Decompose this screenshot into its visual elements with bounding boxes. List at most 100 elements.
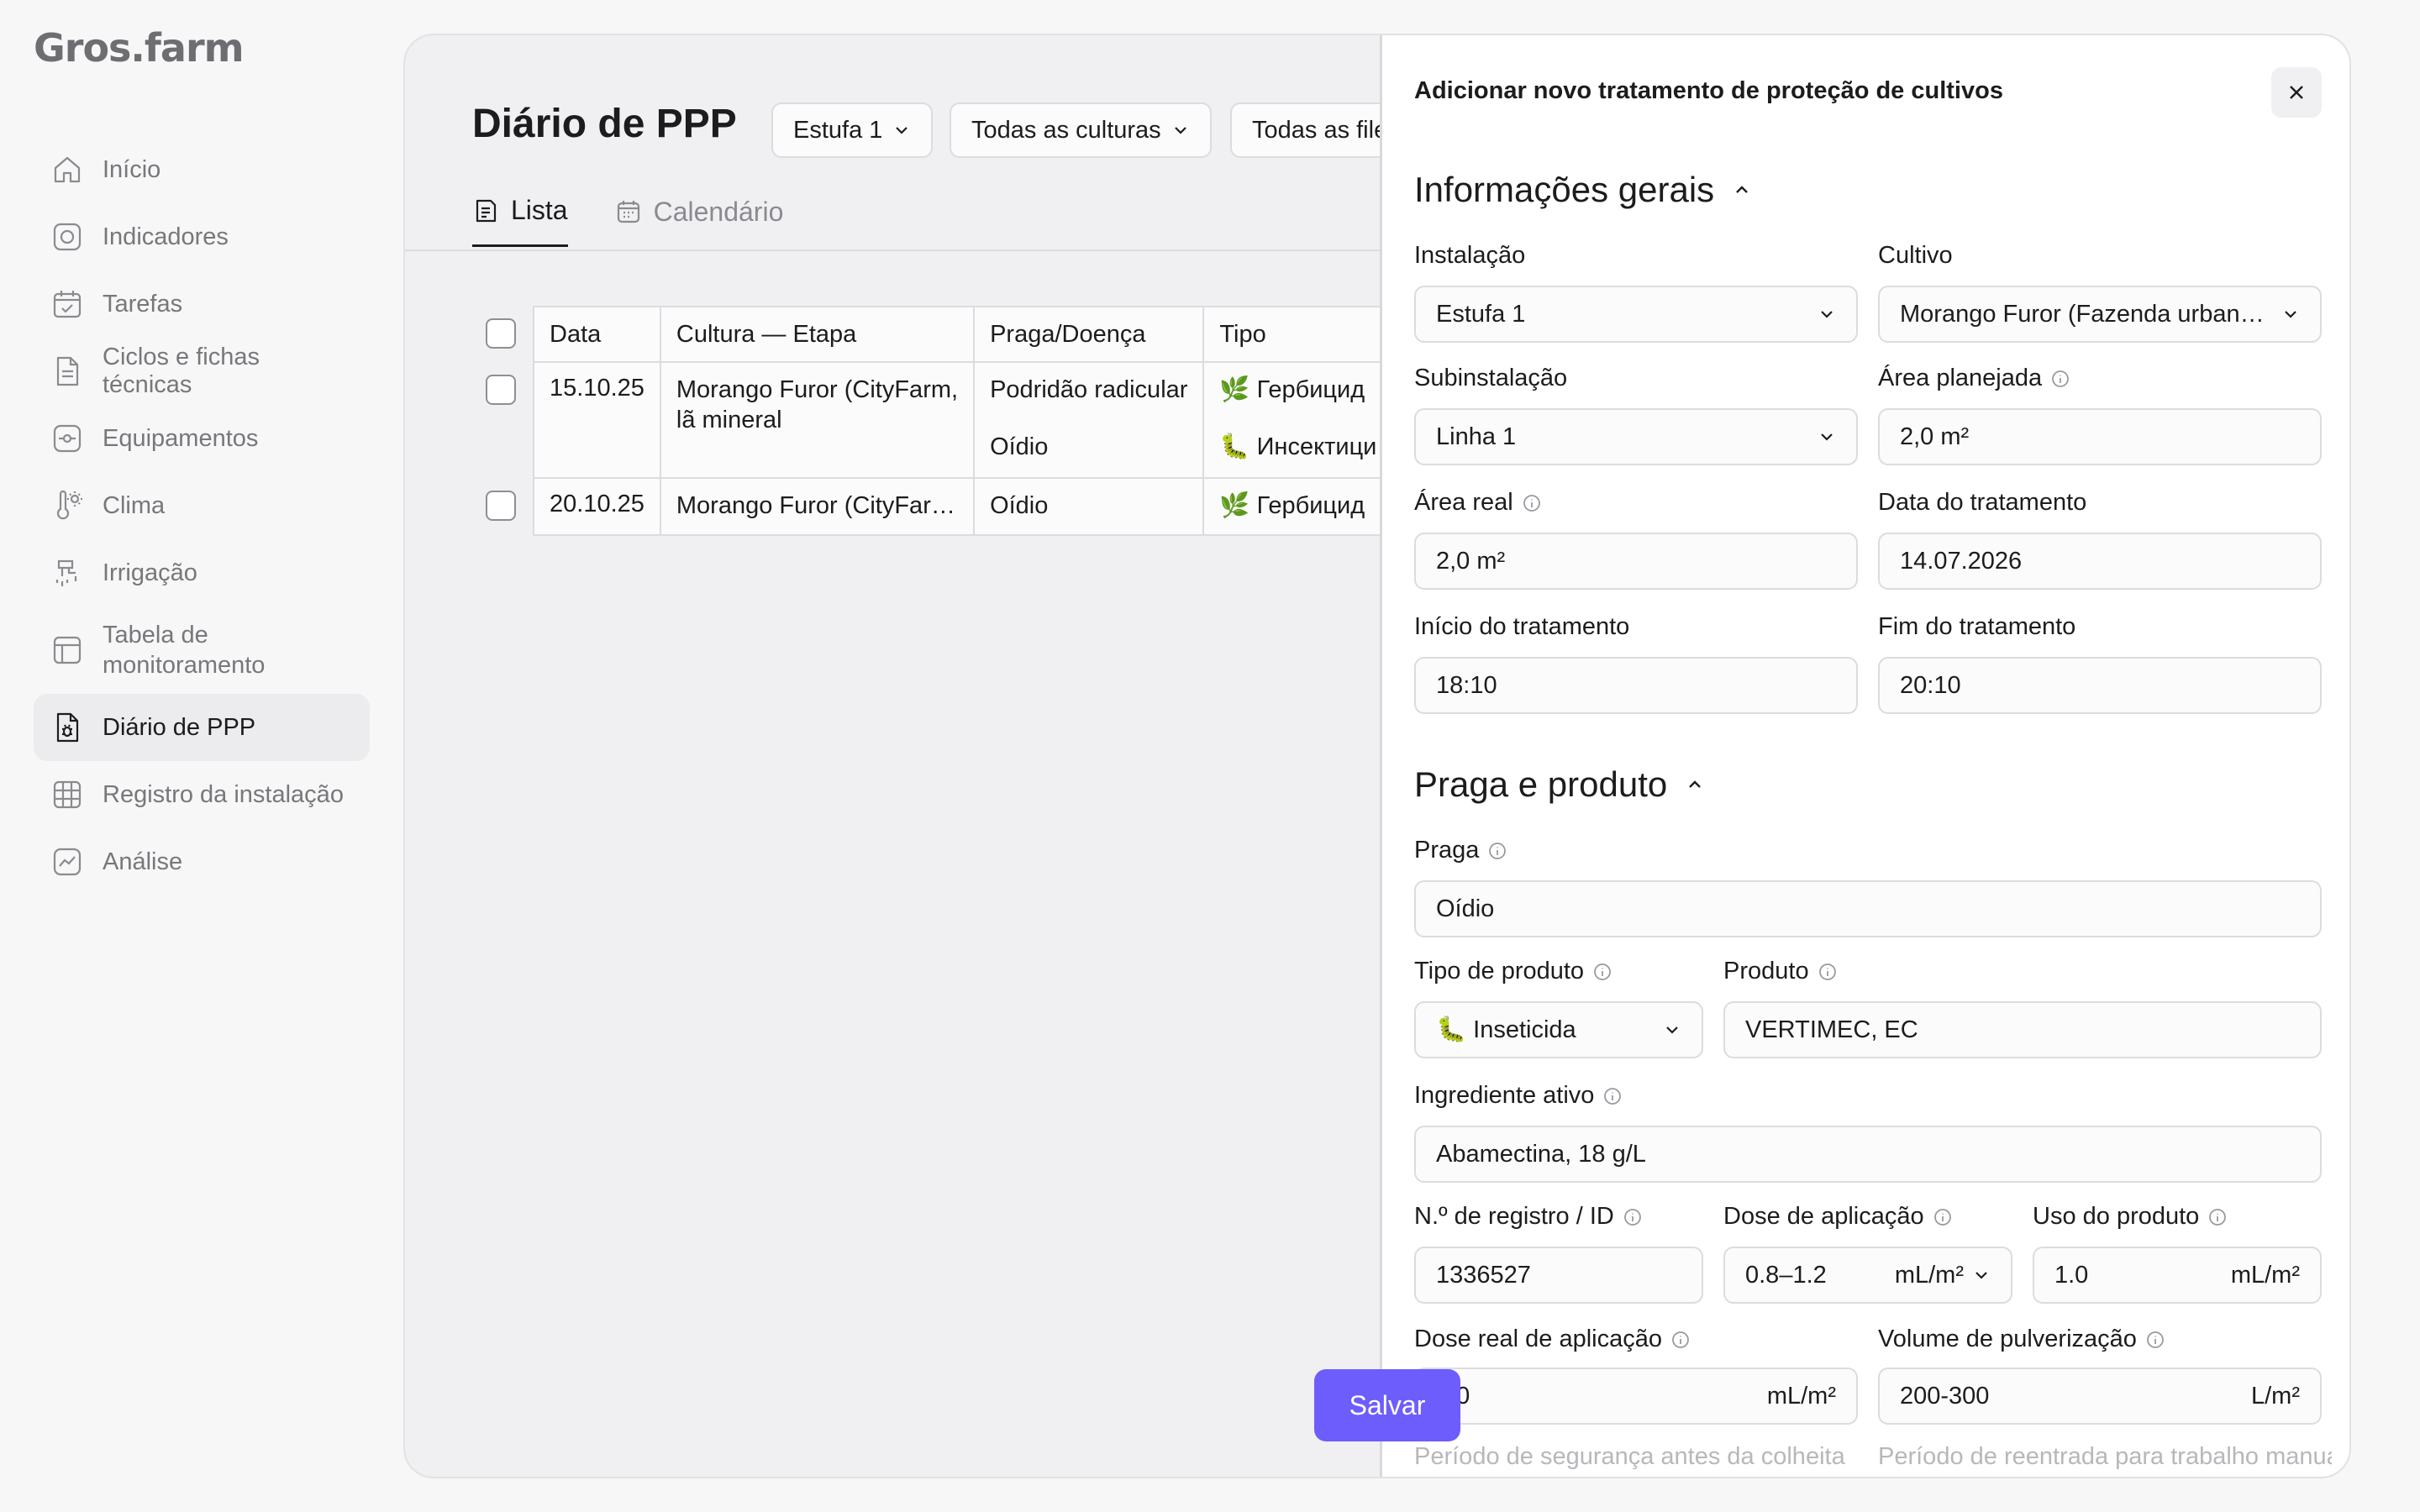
info-icon[interactable] [2050, 369, 2070, 389]
column-header-type[interactable]: Tipo [1202, 306, 1394, 363]
chevron-down-icon [1666, 1026, 1678, 1034]
section-title: Informações gerais [1414, 170, 1715, 209]
save-button[interactable]: Salvar [1314, 1369, 1460, 1441]
crop-line: Morango Furor (CityFar… [676, 492, 955, 519]
info-icon[interactable] [1818, 962, 1838, 982]
pest-name: Oídio [990, 492, 1049, 519]
section-pest-product-toggle[interactable]: Praga e produto [1414, 764, 1704, 805]
info-icon[interactable] [1522, 493, 1542, 513]
label-product-type: Tipo de produto [1414, 958, 1612, 985]
label-installation: Instalação [1414, 242, 1526, 269]
calendar-check-icon [50, 287, 84, 321]
label-product-use: Uso do produto [2033, 1203, 2228, 1231]
sidebar-item-analise[interactable]: Análise [34, 828, 370, 895]
sidebar-item-label: Indicadores [103, 223, 229, 250]
table-icon [50, 633, 84, 667]
label-pest: Praga [1414, 837, 1507, 864]
real-area-input[interactable]: 2,0 m² [1414, 533, 1858, 590]
field-value: Linha 1 [1436, 423, 1517, 450]
info-icon[interactable] [1933, 1207, 1953, 1227]
column-header-date[interactable]: Data [533, 306, 661, 363]
product-use-input[interactable]: 1.0 mL/m² [2033, 1247, 2322, 1304]
column-header-crop[interactable]: Cultura — Etapa [659, 306, 976, 363]
field-value: 18:10 [1436, 671, 1497, 699]
sidebar-item-tabela-monitoramento[interactable]: Tabela de monitoramento [34, 606, 370, 694]
data-table: Data Cultura — Etapa Praga/Doença Tipo 1… [533, 306, 1394, 536]
registry-id-input[interactable]: 1336527 [1414, 1247, 1703, 1304]
sidebar-item-label: Clima [103, 491, 166, 519]
info-icon[interactable] [1602, 1086, 1623, 1106]
info-icon[interactable] [2207, 1207, 2228, 1227]
label-preharvest-interval: Período de segurança antes da colheita [1414, 1443, 1845, 1470]
tab-label: Lista [511, 195, 568, 225]
sub-installation-select[interactable]: Linha 1 [1414, 408, 1858, 465]
close-icon [2290, 86, 2303, 99]
sidebar-item-tarefas[interactable]: Tarefas [34, 270, 370, 338]
type-badge: 🐛 Инсектици [1219, 433, 1377, 460]
sidebar-item-label: Diário de PPP [103, 713, 256, 741]
spray-volume-input[interactable]: 200-300 L/m² [1878, 1368, 2322, 1425]
sidebar-item-equipamentos[interactable]: Equipamentos [34, 405, 370, 472]
sidebar-item-inicio[interactable]: Início [34, 136, 370, 203]
crop-line: lã mineral [676, 407, 782, 433]
info-icon[interactable] [1487, 841, 1507, 861]
field-value: 1.0 [1436, 1383, 1757, 1410]
field-value: 14.07.2026 [1900, 547, 2023, 575]
cell-pest: Oídio [973, 477, 1205, 536]
active-ingredient-input[interactable]: Abamectina, 18 g/L [1414, 1126, 2322, 1183]
select-all-checkbox[interactable] [486, 318, 516, 349]
column-header-pest[interactable]: Praga/Doença [973, 306, 1205, 363]
field-value: 2,0 m² [1436, 547, 1506, 575]
tab-label: Calendário [653, 196, 784, 227]
table-row[interactable]: 20.10.25 Morango Furor (CityFar… Oídio 🌿… [533, 477, 1394, 536]
row-checkbox[interactable] [486, 375, 516, 405]
sidebar: Início Indicadores Tarefas Ciclos e fich… [34, 136, 370, 895]
section-general-toggle[interactable]: Informações gerais [1414, 170, 1751, 210]
sidebar-item-diario-ppp[interactable]: Diário de PPP [34, 694, 370, 761]
label-treatment-start: Início do tratamento [1414, 613, 1630, 640]
tab-calendario[interactable]: Calendário [615, 195, 784, 247]
irrigation-icon [50, 556, 84, 590]
cell-type: 🌿 Гербицид 🐛 Инсектици [1202, 361, 1394, 479]
crop-select[interactable]: Morango Furor (Fazenda urbana... [1878, 286, 2322, 343]
sidebar-item-label: Tarefas [103, 290, 183, 318]
filter-installation-dropdown[interactable]: Estufa 1 [771, 102, 934, 158]
filter-crops-dropdown[interactable]: Todas as culturas [950, 102, 1212, 158]
application-dose-input[interactable]: 0.8–1.2 mL/m² [1723, 1247, 2012, 1304]
planned-area-input[interactable]: 2,0 m² [1878, 408, 2322, 465]
label-product: Produto [1723, 958, 1838, 985]
chevron-down-icon [1174, 127, 1186, 134]
product-input[interactable]: VERTIMEC, EC [1723, 1001, 2322, 1058]
unit-select[interactable]: mL/m² [1895, 1262, 1964, 1289]
sidebar-item-registro-instalacao[interactable]: Registro da instalação [34, 761, 370, 828]
type-badge: 🌿 Гербицид [1219, 376, 1365, 403]
tab-lista[interactable]: Lista [472, 195, 568, 247]
treatment-start-input[interactable]: 18:10 [1414, 657, 1858, 714]
info-icon[interactable] [1670, 1330, 1691, 1350]
label-active-ingredient: Ingrediente ativo [1414, 1082, 1623, 1110]
field-value: 200-300 [1900, 1382, 1990, 1410]
product-type-select[interactable]: 🐛 Inseticida [1414, 1001, 1703, 1058]
table-row[interactable]: 15.10.25 Morango Furor (CityFarm, lã min… [533, 361, 1394, 479]
sidebar-item-irrigacao[interactable]: Irrigação [34, 539, 370, 606]
field-value: 🐛 Inseticida [1436, 1016, 1576, 1043]
real-dose-input[interactable]: 1.0 mL/m² [1414, 1368, 1858, 1425]
sidebar-item-label: Análise [103, 848, 183, 875]
home-icon [50, 153, 84, 186]
pest-input[interactable]: Oídio [1414, 880, 2322, 937]
info-icon[interactable] [2145, 1330, 2165, 1350]
add-treatment-drawer: Adicionar novo tratamento de proteção de… [1380, 35, 2349, 1477]
sidebar-item-clima[interactable]: Clima [34, 472, 370, 539]
cell-type: 🌿 Гербицид [1202, 477, 1394, 536]
treatment-date-input[interactable]: 14.07.2026 [1878, 533, 2322, 590]
info-icon[interactable] [1623, 1207, 1643, 1227]
sidebar-item-indicadores[interactable]: Indicadores [34, 203, 370, 270]
sidebar-item-ciclos[interactable]: Ciclos e fichas técnicas [34, 338, 370, 405]
treatment-end-input[interactable]: 20:10 [1878, 657, 2322, 714]
info-icon[interactable] [1592, 962, 1612, 982]
row-checkbox[interactable] [486, 491, 516, 521]
chevron-down-icon [1975, 1272, 1987, 1279]
close-button[interactable] [2271, 67, 2322, 118]
installation-select[interactable]: Estufa 1 [1414, 286, 1858, 343]
sidebar-item-label: Tabela de monitoramento [103, 622, 266, 679]
